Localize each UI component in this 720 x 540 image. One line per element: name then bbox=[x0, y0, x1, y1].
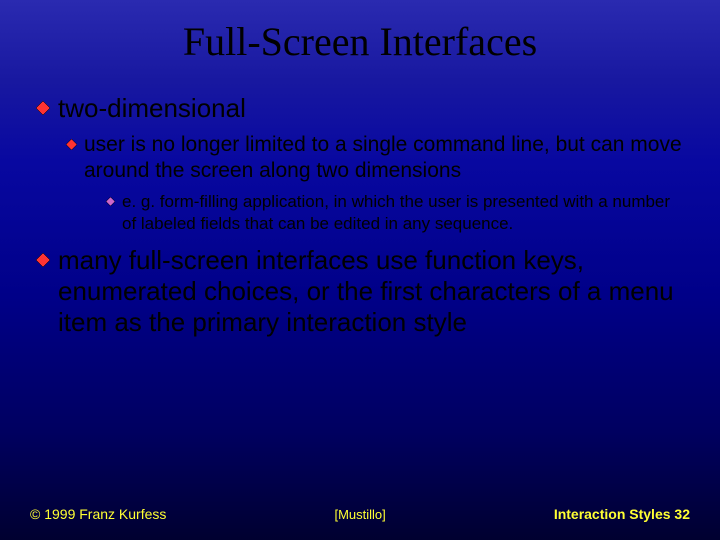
bullet-text: two-dimensional bbox=[58, 93, 246, 124]
bullet-level3: e. g. form-filling application, in which… bbox=[106, 191, 684, 235]
bullet-level1: many full-screen interfaces use function… bbox=[36, 245, 684, 338]
bullet-level1: two-dimensional bbox=[36, 93, 684, 124]
diamond-bullet-icon bbox=[66, 139, 77, 150]
citation-text: [Mustillo] bbox=[334, 507, 385, 522]
diamond-bullet-icon bbox=[36, 253, 50, 267]
copyright-text: © 1999 Franz Kurfess bbox=[30, 506, 166, 522]
slide-content: two-dimensional user is no longer limite… bbox=[0, 65, 720, 338]
bullet-text: many full-screen interfaces use function… bbox=[58, 245, 684, 338]
slide-number: Interaction Styles 32 bbox=[554, 506, 690, 522]
bullet-text: e. g. form-filling application, in which… bbox=[122, 191, 684, 235]
bullet-level2: user is no longer limited to a single co… bbox=[66, 132, 684, 185]
slide: Full-Screen Interfaces two-dimensional u… bbox=[0, 0, 720, 540]
bullet-text: user is no longer limited to a single co… bbox=[84, 132, 684, 185]
footer: © 1999 Franz Kurfess [Mustillo] Interact… bbox=[0, 506, 720, 522]
diamond-bullet-icon bbox=[36, 101, 50, 115]
diamond-bullet-icon bbox=[106, 197, 115, 206]
slide-title: Full-Screen Interfaces bbox=[0, 0, 720, 65]
